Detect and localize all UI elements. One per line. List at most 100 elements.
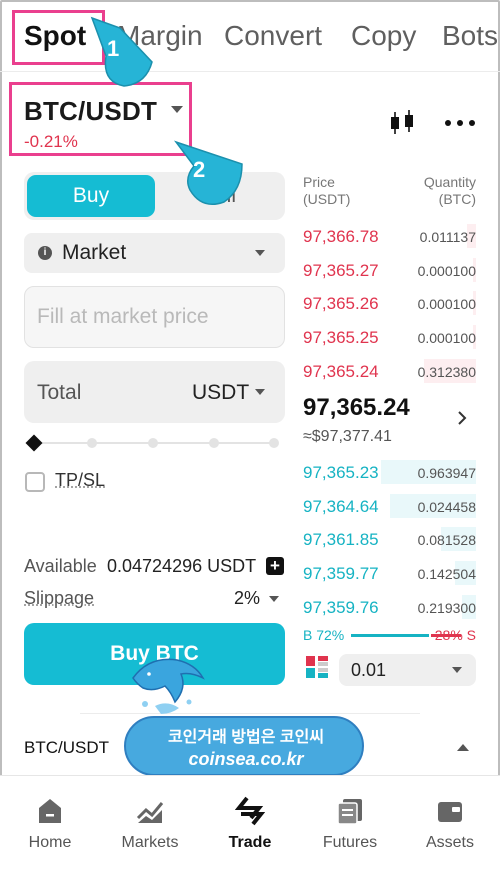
ask-row[interactable]: 97,365.24 0.312380 bbox=[303, 358, 476, 383]
chevron-down-icon[interactable] bbox=[255, 389, 265, 395]
slider-step-50[interactable] bbox=[148, 438, 158, 448]
watermark-banner: 코인거래 방법은 코인씨 coinsea.co.kr bbox=[124, 716, 364, 776]
futures-icon bbox=[337, 799, 362, 825]
order-price: 97,365.26 bbox=[303, 294, 379, 314]
order-price: 97,365.24 bbox=[303, 361, 379, 381]
step-2-callout bbox=[173, 140, 243, 205]
nav-futures-label: Futures bbox=[322, 834, 378, 851]
dolphin-logo-icon bbox=[132, 658, 205, 714]
nav-trade[interactable]: Trade bbox=[200, 776, 300, 872]
order-price: 97,365.23 bbox=[303, 463, 379, 482]
nav-trade-label: Trade bbox=[228, 834, 272, 851]
tab-copy[interactable]: Copy bbox=[351, 20, 416, 52]
pair-highlight bbox=[9, 82, 192, 156]
buy-side-button[interactable]: Buy bbox=[27, 175, 155, 217]
order-quantity: 0.000100 bbox=[417, 296, 476, 313]
chevron-down-icon bbox=[452, 667, 462, 673]
available-value: 0.04724296 USDT bbox=[107, 556, 257, 576]
slider-step-75[interactable] bbox=[209, 438, 219, 448]
order-price: 97,359.77 bbox=[303, 564, 379, 584]
chevron-down-icon bbox=[255, 250, 265, 256]
nav-futures[interactable]: Futures bbox=[300, 776, 400, 872]
slider-step-100[interactable] bbox=[269, 438, 279, 448]
amount-slider[interactable] bbox=[25, 434, 279, 452]
ob-qty-header: Quantity (BTC) bbox=[423, 174, 476, 207]
info-icon[interactable]: i bbox=[38, 246, 52, 260]
chevron-up-icon[interactable] bbox=[457, 744, 469, 751]
order-price: 97,364.64 bbox=[303, 496, 379, 516]
order-price: 97,361.85 bbox=[303, 530, 379, 550]
price-input[interactable] bbox=[37, 301, 272, 333]
deposit-plus-button[interactable]: + bbox=[266, 557, 284, 575]
slider-step-25[interactable] bbox=[87, 438, 97, 448]
markets-icon bbox=[136, 802, 164, 823]
nav-home[interactable]: Home bbox=[0, 776, 100, 872]
tab-convert[interactable]: Convert bbox=[224, 20, 322, 52]
slippage-value[interactable]: 2% bbox=[234, 588, 260, 609]
ob-price-header: Price (USDT) bbox=[303, 174, 351, 207]
order-type-label: Market bbox=[62, 241, 127, 264]
bid-row[interactable]: 97,361.85 0.081528 bbox=[303, 527, 476, 552]
order-price: 97,365.25 bbox=[303, 328, 379, 348]
order-quantity: 0.081528 bbox=[417, 532, 476, 549]
bid-row[interactable]: 97,359.76 0.219300 bbox=[303, 594, 476, 619]
order-price: 97,365.27 bbox=[303, 260, 379, 280]
nav-markets[interactable]: Markets bbox=[100, 776, 200, 872]
assets-icon bbox=[438, 802, 462, 822]
slippage-label[interactable]: Slippage bbox=[24, 588, 94, 609]
order-quantity: 0.011137 bbox=[419, 229, 476, 245]
orderbook-layout-icon[interactable] bbox=[306, 656, 328, 678]
price-precision-value: 0.01 bbox=[351, 660, 387, 680]
home-icon bbox=[39, 799, 61, 823]
bid-row[interactable]: 97,365.23 0.963947 bbox=[303, 460, 476, 484]
buy-sell-ratio: B 72% 28% S bbox=[303, 627, 476, 645]
tab-bots[interactable]: Bots bbox=[442, 20, 498, 52]
bid-row[interactable]: 97,364.64 0.024458 bbox=[303, 493, 476, 518]
last-price: 97,365.24 bbox=[303, 394, 410, 421]
slippage-chevron-down-icon[interactable] bbox=[269, 596, 279, 602]
order-quantity: 0.000100 bbox=[417, 330, 476, 347]
order-quantity: 0.963947 bbox=[417, 465, 476, 481]
order-type-select[interactable]: i Market bbox=[24, 233, 285, 273]
ask-row[interactable]: 97,365.25 0.000100 bbox=[303, 325, 476, 350]
nav-home-label: Home bbox=[28, 834, 72, 851]
nav-assets[interactable]: Assets bbox=[400, 776, 500, 872]
tpsl-checkbox[interactable] bbox=[25, 472, 45, 492]
buy-ratio-bar bbox=[351, 634, 429, 637]
watermark-line-1: 코인거래 방법은 코인씨 bbox=[167, 729, 325, 746]
order-quantity: 0.024458 bbox=[417, 498, 476, 515]
ask-row[interactable]: 97,366.78 0.011137 bbox=[303, 224, 476, 248]
step-2-number: 2 bbox=[193, 157, 206, 182]
bid-row[interactable]: 97,359.77 0.142504 bbox=[303, 561, 476, 586]
more-options-icon[interactable] bbox=[443, 112, 477, 134]
step-1-callout bbox=[90, 16, 153, 87]
chevron-right-icon[interactable] bbox=[457, 411, 467, 425]
order-quantity: 0.312380 bbox=[417, 363, 476, 380]
last-price-usd: ≈$97,377.41 bbox=[303, 428, 392, 445]
watermark-line-2: coinsea.co.kr bbox=[188, 749, 304, 769]
sell-ratio: 28% S bbox=[434, 627, 476, 643]
order-quantity: 0.142504 bbox=[417, 566, 476, 583]
tpsl-label[interactable]: TP/SL bbox=[55, 470, 105, 491]
ask-row[interactable]: 97,365.27 0.000100 bbox=[303, 257, 476, 282]
slider-thumb[interactable] bbox=[25, 434, 43, 452]
price-precision-select[interactable]: 0.01 bbox=[339, 654, 476, 686]
order-price: 97,366.78 bbox=[303, 227, 379, 246]
order-quantity: 0.000100 bbox=[417, 262, 476, 279]
total-unit-select[interactable]: USDT bbox=[192, 381, 249, 405]
nav-markets-label: Markets bbox=[121, 834, 179, 851]
available-label: Available bbox=[24, 556, 97, 576]
total-label: Total bbox=[37, 381, 82, 404]
nav-assets-label: Assets bbox=[425, 834, 474, 851]
step-1-number: 1 bbox=[107, 36, 120, 61]
candlestick-chart-icon[interactable] bbox=[388, 110, 416, 136]
positions-pair[interactable]: BTC/USDT bbox=[24, 738, 109, 758]
order-price: 97,359.76 bbox=[303, 597, 379, 617]
bottom-nav: Home Markets Trade Futures Assets bbox=[0, 775, 500, 873]
ask-row[interactable]: 97,365.26 0.000100 bbox=[303, 291, 476, 316]
total-field[interactable]: Total USDT bbox=[24, 361, 285, 423]
order-quantity: 0.219300 bbox=[417, 599, 476, 616]
buy-ratio: B 72% bbox=[303, 627, 345, 643]
trade-icon bbox=[235, 796, 265, 826]
price-field[interactable] bbox=[24, 286, 285, 348]
